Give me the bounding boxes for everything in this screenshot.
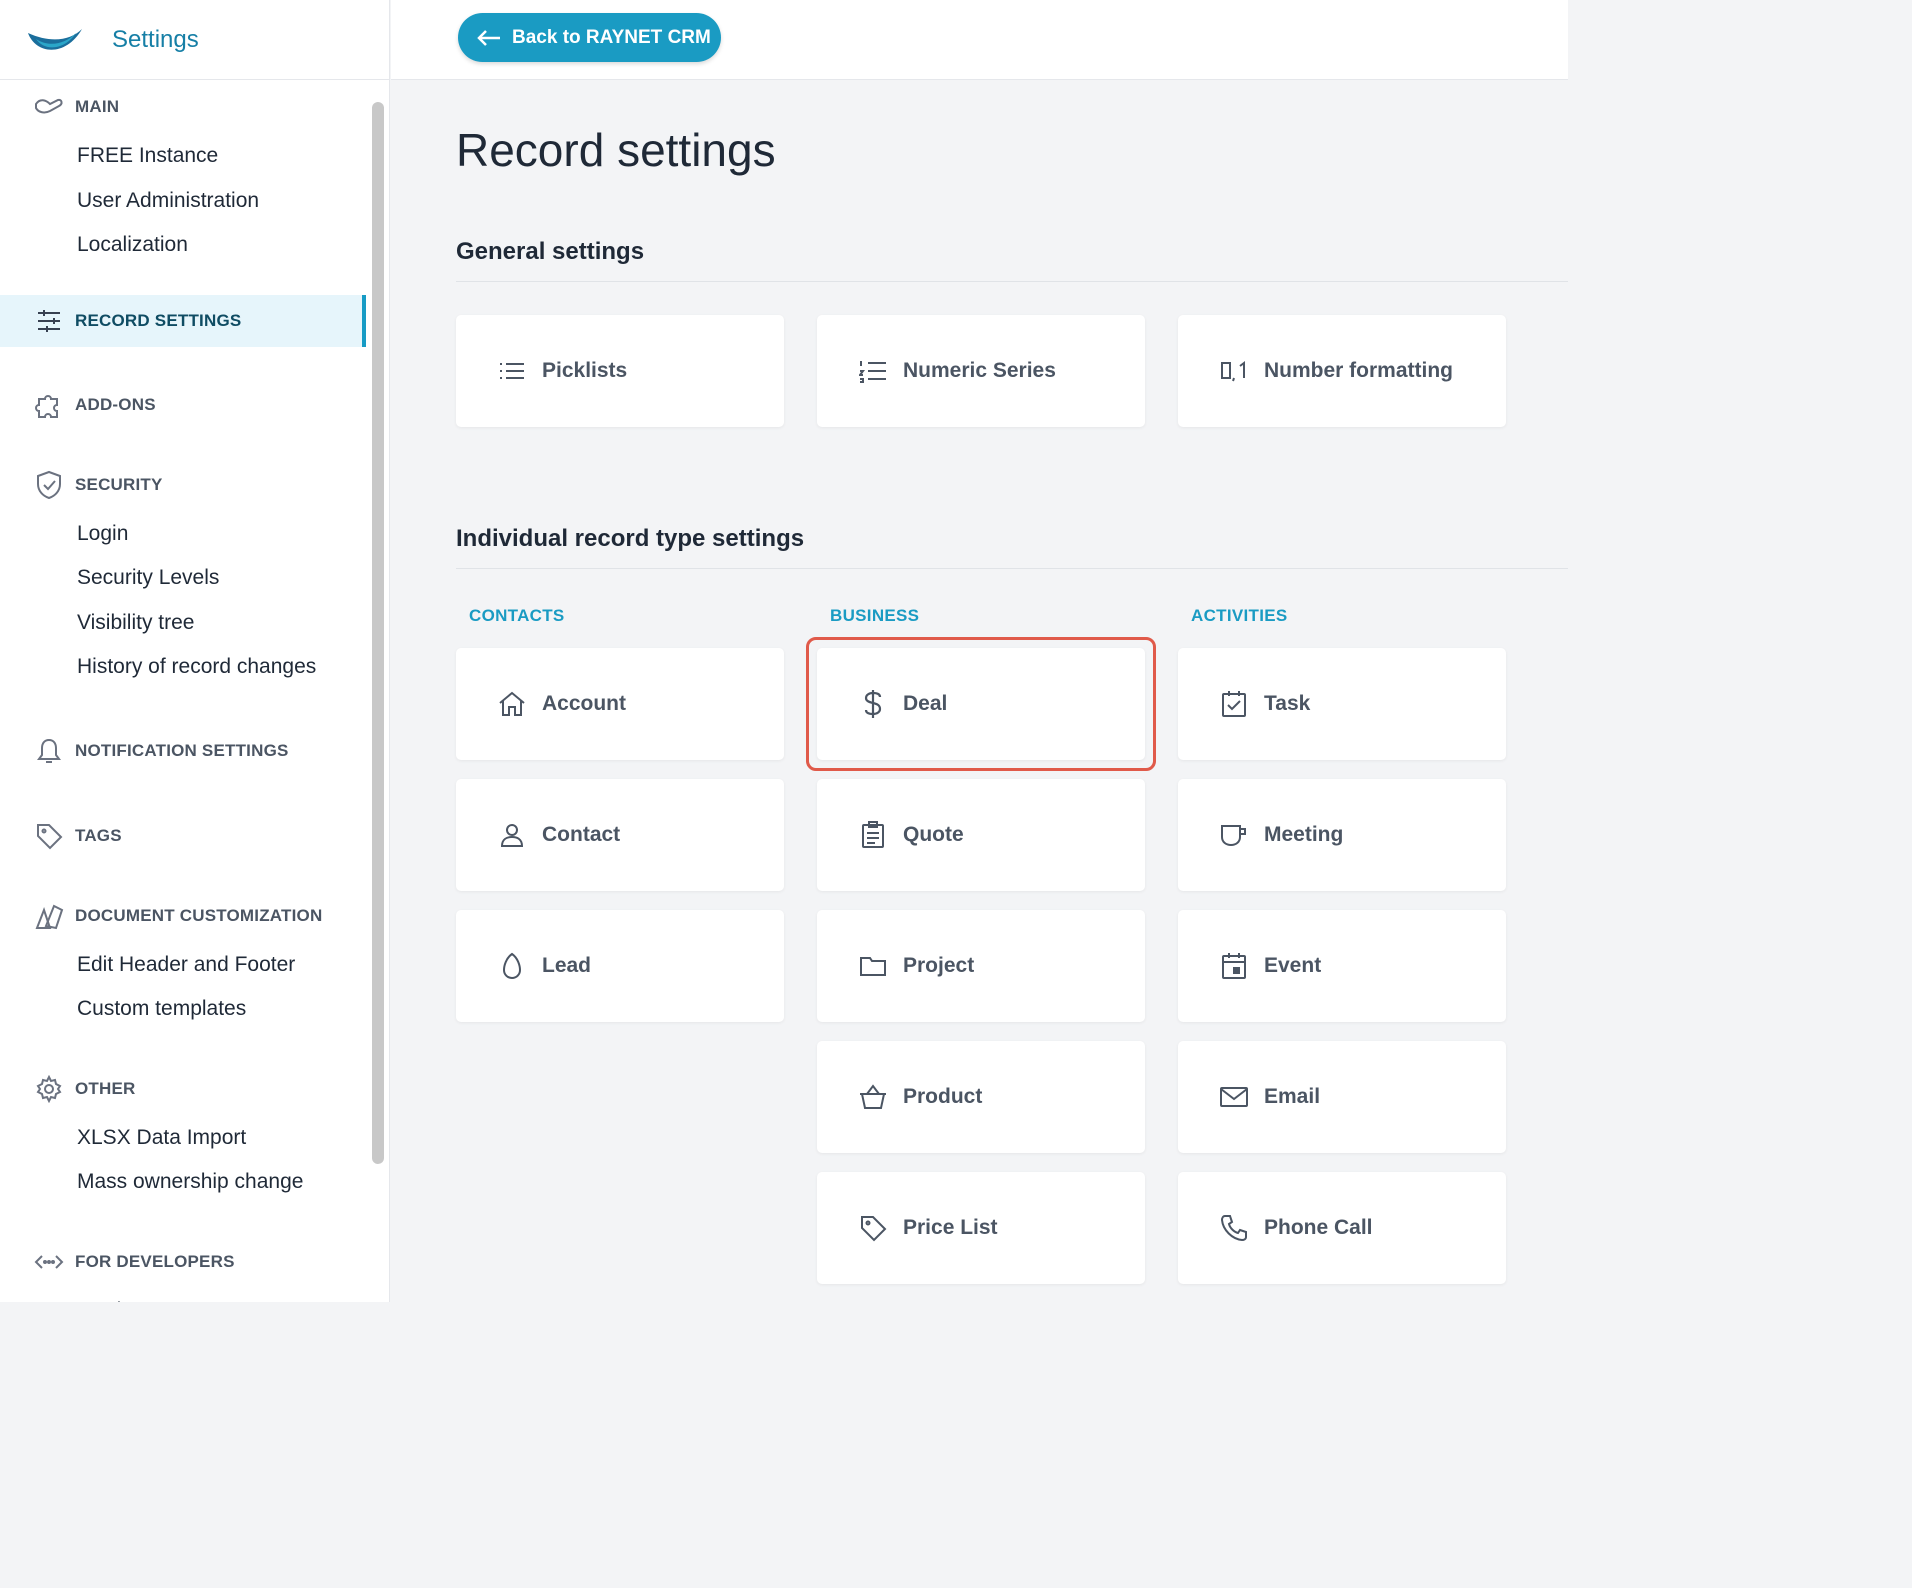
numbered-list-icon: [858, 356, 888, 386]
brand-header: Settings: [0, 0, 389, 80]
back-button-label: Back to RAYNET CRM: [512, 26, 711, 48]
shield-check-icon: [34, 470, 64, 500]
topbar: Back to RAYNET CRM: [391, 0, 1568, 80]
cup-icon: [1219, 820, 1249, 850]
list-icon: [497, 356, 527, 386]
dollar-icon: [858, 689, 888, 719]
nav-group-main[interactable]: MAIN: [0, 80, 366, 134]
tag-icon: [858, 1213, 888, 1243]
card-picklists[interactable]: Picklists: [456, 315, 784, 427]
card-event[interactable]: Event: [1178, 910, 1506, 1022]
gear-icon: [34, 1074, 64, 1104]
nav-item-security-levels[interactable]: Security Levels: [0, 556, 366, 601]
person-icon: [497, 820, 527, 850]
card-lead[interactable]: Lead: [456, 910, 784, 1022]
card-price-list[interactable]: Price List: [817, 1172, 1145, 1284]
sidebar: Settings MAIN FREE Instance User Adminis…: [0, 0, 390, 1302]
calendar-icon: [1219, 951, 1249, 981]
arrow-left-icon: [477, 29, 500, 46]
egg-icon: [497, 951, 527, 981]
app-title: Settings: [112, 25, 199, 53]
card-numeric-series[interactable]: Numeric Series: [817, 315, 1145, 427]
card-email[interactable]: Email: [1178, 1041, 1506, 1153]
folder-icon: [858, 951, 888, 981]
individual-divider: [456, 568, 1568, 569]
column-heading-contacts: CONTACTS: [469, 606, 565, 625]
nav-group-for-developers[interactable]: FOR DEVELOPERS: [0, 1235, 366, 1289]
clipboard-icon: [858, 820, 888, 850]
nav-group-notification-settings[interactable]: NOTIFICATION SETTINGS: [0, 724, 366, 778]
nav-item-custom-templates[interactable]: Custom templates: [0, 987, 366, 1032]
swatch-icon: [34, 901, 64, 931]
bell-icon: [34, 736, 64, 766]
card-task[interactable]: Task: [1178, 648, 1506, 760]
nav-item-api-keys[interactable]: API keys: [0, 1289, 366, 1303]
code-icon: [34, 1247, 64, 1277]
card-deal[interactable]: Deal: [817, 648, 1145, 760]
nav-item-login[interactable]: Login: [0, 512, 366, 557]
back-to-crm-button[interactable]: Back to RAYNET CRM: [458, 13, 721, 62]
nav-item-localization[interactable]: Localization: [0, 223, 366, 268]
settings-nav: MAIN FREE Instance User Administration L…: [0, 80, 366, 1302]
card-project[interactable]: Project: [817, 910, 1145, 1022]
card-contact[interactable]: Contact: [456, 779, 784, 891]
column-heading-activities: ACTIVITIES: [1191, 606, 1288, 625]
sidebar-scrollbar[interactable]: [372, 102, 384, 1164]
phone-icon: [1219, 1213, 1249, 1243]
nav-group-tags[interactable]: TAGS: [0, 809, 366, 863]
page-title: Record settings: [456, 124, 776, 176]
general-divider: [456, 281, 1568, 282]
nav-group-record-settings[interactable]: RECORD SETTINGS: [0, 294, 366, 347]
basket-icon: [858, 1082, 888, 1112]
nav-item-visibility-tree[interactable]: Visibility tree: [0, 601, 366, 646]
nav-item-free-instance[interactable]: FREE Instance: [0, 134, 366, 179]
main-content: Record settings General settings Picklis…: [456, 80, 1568, 1284]
nav-item-xlsx-data-import[interactable]: XLSX Data Import: [0, 1116, 366, 1161]
house-icon: [497, 689, 527, 719]
tag-icon: [34, 821, 64, 851]
nav-item-user-administration[interactable]: User Administration: [0, 179, 366, 224]
nav-group-document-customization[interactable]: DOCUMENT CUSTOMIZATION: [0, 889, 366, 943]
nav-item-history-of-record-changes[interactable]: History of record changes: [0, 645, 366, 690]
nav-group-add-ons[interactable]: ADD-ONS: [0, 378, 366, 432]
decimal-icon: [1219, 356, 1249, 386]
card-quote[interactable]: Quote: [817, 779, 1145, 891]
nav-group-security[interactable]: SECURITY: [0, 458, 366, 512]
individual-settings-title: Individual record type settings: [456, 525, 805, 552]
sliders-icon: [34, 306, 64, 336]
checkbox-icon: [1219, 689, 1249, 719]
nav-group-other[interactable]: OTHER: [0, 1062, 366, 1116]
general-settings-title: General settings: [456, 238, 645, 265]
card-account[interactable]: Account: [456, 648, 784, 760]
card-phone-call[interactable]: Phone Call: [1178, 1172, 1506, 1284]
column-heading-business: BUSINESS: [830, 606, 920, 625]
nav-item-edit-header-and-footer[interactable]: Edit Header and Footer: [0, 943, 366, 988]
puzzle-icon: [34, 390, 64, 420]
hand-icon: [34, 92, 64, 122]
nav-item-mass-ownership-change[interactable]: Mass ownership change: [0, 1160, 366, 1205]
raynet-logo-icon: [28, 28, 82, 50]
card-product[interactable]: Product: [817, 1041, 1145, 1153]
envelope-icon: [1219, 1082, 1249, 1112]
card-number-formatting[interactable]: Number formatting: [1178, 315, 1506, 427]
card-meeting[interactable]: Meeting: [1178, 779, 1506, 891]
